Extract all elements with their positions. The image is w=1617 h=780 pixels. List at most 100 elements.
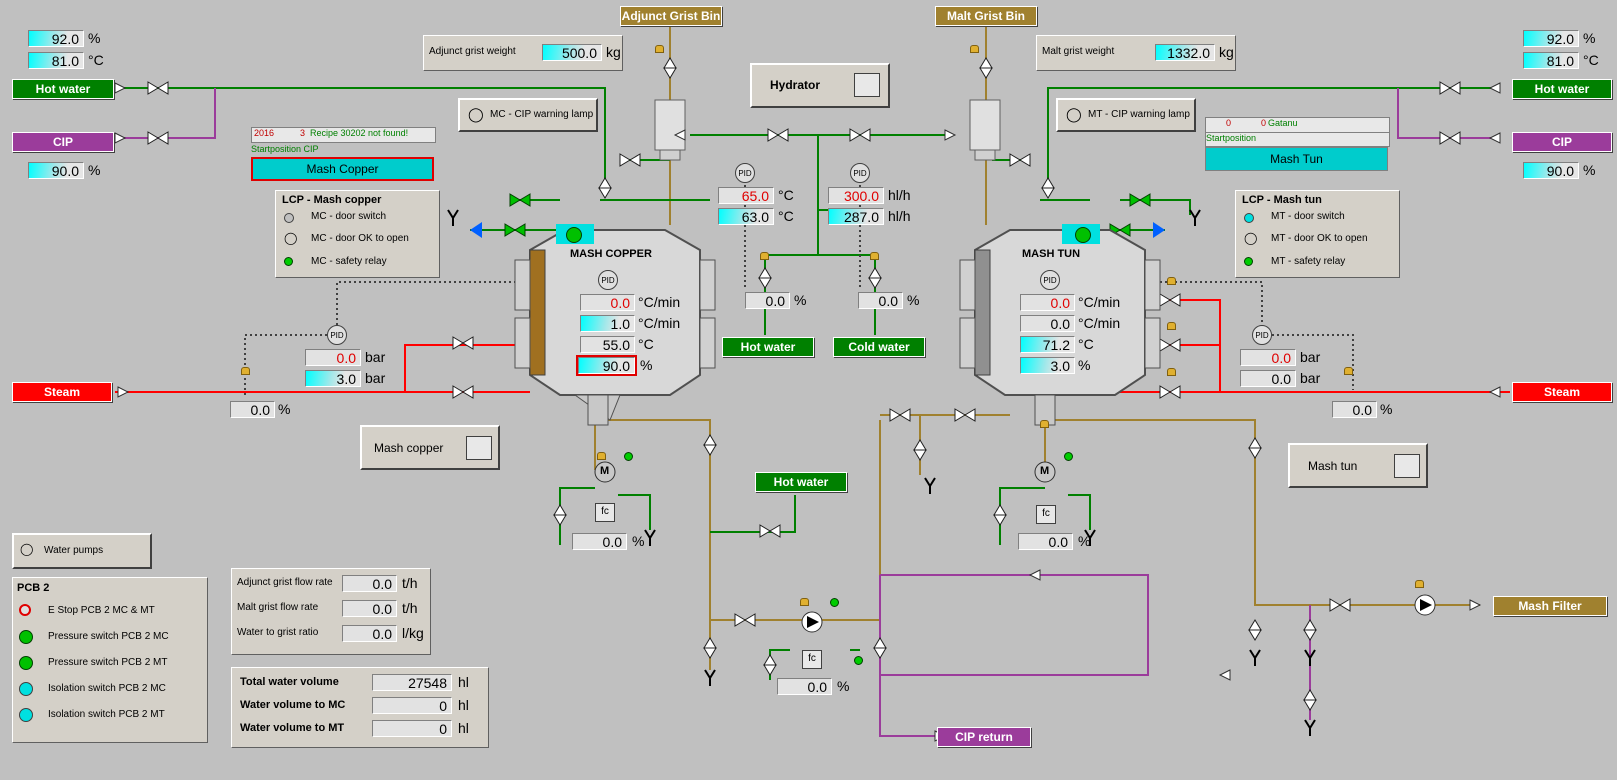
hydrator-units [654, 99, 1001, 161]
lock-icon [655, 45, 664, 53]
adjunct-weight-value: 500.0 [542, 44, 602, 61]
malt-weight-label: Malt grist weight [1042, 46, 1115, 57]
mc-fc-button[interactable]: fc [595, 503, 615, 522]
mash-tun-title: MASH TUN [1022, 248, 1081, 260]
right-hot-water-tag[interactable]: Hot water [1512, 79, 1612, 99]
mc-pid-icon[interactable]: PID [598, 270, 618, 290]
mc-steam-setpoint[interactable]: 0.0 [305, 349, 361, 366]
is-icon [19, 708, 33, 722]
flow-adjunct-label: Adjunct grist flow rate [237, 577, 333, 588]
lcp-mt-item: MT - door switch [1271, 211, 1345, 222]
safety-relay-icon [284, 257, 293, 266]
hot-water-valve-value: 0.0 [745, 292, 790, 309]
flow-pv-unit: hl/h [888, 208, 911, 224]
mc-fc-unit: % [632, 533, 645, 549]
mc-agitator-icon[interactable] [566, 227, 582, 243]
mc-steam-tag[interactable]: Steam [12, 382, 112, 402]
mt-steam-setpoint[interactable]: 0.0 [1240, 349, 1296, 366]
mt-rate-value: 0.0 [1020, 315, 1075, 332]
mt-cip-lamp-label: MT - CIP warning lamp [1088, 109, 1190, 120]
flow-pid-icon[interactable]: PID [850, 163, 870, 183]
left-cip-tag[interactable]: CIP [12, 132, 114, 152]
mt-recipe-status: 0 0 Gatanu [1205, 117, 1390, 133]
malt-weight-panel: Malt grist weight 1332.0 kg [1036, 35, 1236, 71]
mt-pid-icon[interactable]: PID [1040, 270, 1060, 290]
flow-malt-label: Malt grist flow rate [237, 602, 319, 613]
mc-motor-status-dot [624, 452, 633, 461]
water-pumps-button[interactable]: ◯ Water pumps [12, 533, 152, 569]
mc-rate-setpoint[interactable]: 0.0 [580, 294, 635, 311]
mt-fc-button[interactable]: fc [1036, 505, 1056, 524]
mt-agitator-icon[interactable] [1075, 227, 1091, 243]
mash-filter-tag[interactable]: Mash Filter [1493, 596, 1607, 616]
mt-fc-unit: % [1078, 533, 1091, 549]
mc-rate-pv-unit: °C/min [638, 315, 681, 331]
mc-cip-warning-lamp[interactable]: ◯ MC - CIP warning lamp [458, 98, 598, 132]
mt-water-unit: hl [458, 720, 469, 736]
lock-icon [1415, 580, 1424, 588]
mash-copper-button[interactable]: Mash copper [360, 425, 500, 470]
lock-icon [1167, 277, 1176, 285]
malt-grist-bin-tag[interactable]: Malt Grist Bin [935, 6, 1037, 26]
mt-steam-valve-unit: % [1380, 401, 1393, 417]
trend-chart-icon [854, 73, 880, 97]
right-hot-water-temp: 81.0 [1523, 52, 1579, 69]
right-hot-water-percent: 92.0 [1523, 30, 1579, 47]
pump-fc-button[interactable]: fc [802, 650, 822, 669]
mash-copper-sequence-button[interactable]: Mash Copper [251, 157, 434, 181]
temp-setpoint[interactable]: 65.0 [718, 187, 774, 204]
mt-steam-pid-icon[interactable]: PID [1252, 325, 1272, 345]
adjunct-grist-bin-tag[interactable]: Adjunct Grist Bin [620, 6, 722, 26]
flow-ratio-label: Water to grist ratio [237, 627, 319, 638]
mc-recipe-status: 2016 3 Recipe 30202 not found! [251, 127, 436, 143]
mc-steam-pid-icon[interactable]: PID [327, 325, 347, 345]
cip-return-tag[interactable]: CIP return [937, 727, 1031, 747]
center-hot-water-tag[interactable]: Hot water [722, 337, 814, 357]
estop-icon [19, 604, 31, 616]
mash-tun-sequence-button[interactable]: Mash Tun [1205, 147, 1388, 171]
mash-tun-button[interactable]: Mash tun [1288, 443, 1428, 488]
mash-copper-title: MASH COPPER [570, 248, 652, 260]
mt-steam-pv-unit: bar [1300, 370, 1321, 386]
pump-status-dot [830, 598, 839, 607]
mt-steam-valve-value: 0.0 [1332, 401, 1377, 418]
left-cip-unit: % [88, 162, 101, 178]
mc-recipe-year: 2016 [254, 128, 275, 138]
mc-temperature: 55.0 [580, 336, 635, 353]
pcb-item: Pressure switch PCB 2 MC [48, 631, 169, 642]
left-hot-water-tag[interactable]: Hot water [12, 79, 114, 99]
lamp-icon: ◯ [1066, 106, 1082, 122]
pipe-cip-left [115, 88, 216, 139]
pump-fc-unit: % [837, 678, 850, 694]
mt-temperature: 71.2 [1020, 336, 1075, 353]
hydrator-button[interactable]: Hydrator [750, 63, 890, 108]
right-percent-unit: % [1583, 30, 1596, 46]
adjunct-weight-label: Adjunct grist weight [429, 46, 516, 57]
lock-icon [800, 598, 809, 606]
mc-level: 90.0 [576, 355, 637, 376]
mid-hot-water-tag[interactable]: Hot water [755, 472, 847, 492]
hot-valve-unit: % [794, 292, 807, 308]
mt-rate-setpoint[interactable]: 0.0 [1020, 294, 1075, 311]
mc-fc-value: 0.0 [572, 533, 627, 550]
lcp-mt-item: MT - safety relay [1271, 256, 1346, 267]
lock-icon [1167, 368, 1176, 376]
mc-water-label: Water volume to MC [240, 699, 346, 711]
temp-sp-unit: °C [778, 187, 794, 203]
mt-steam-tag[interactable]: Steam [1512, 382, 1612, 402]
mc-steam-sp-unit: bar [365, 349, 386, 365]
flow-value: 287.0 [828, 208, 884, 225]
mt-cip-warning-lamp[interactable]: ◯ MT - CIP warning lamp [1056, 98, 1196, 132]
center-cold-water-tag[interactable]: Cold water [833, 337, 925, 357]
mc-steam-valve-value: 0.0 [230, 401, 275, 418]
mt-motor-label: M [1040, 465, 1050, 477]
mc-rate-value: 1.0 [580, 315, 635, 332]
temp-pid-icon[interactable]: PID [735, 163, 755, 183]
right-cip-tag[interactable]: CIP [1512, 132, 1612, 152]
mc-steam-valve-unit: % [278, 401, 291, 417]
water-pumps-label: Water pumps [44, 545, 104, 556]
flow-setpoint[interactable]: 300.0 [828, 187, 884, 204]
mt-recipe-a: 0 [1226, 118, 1232, 128]
mt-rate-sp-unit: °C/min [1078, 294, 1121, 310]
lcp-mc-item: MC - safety relay [311, 256, 387, 267]
